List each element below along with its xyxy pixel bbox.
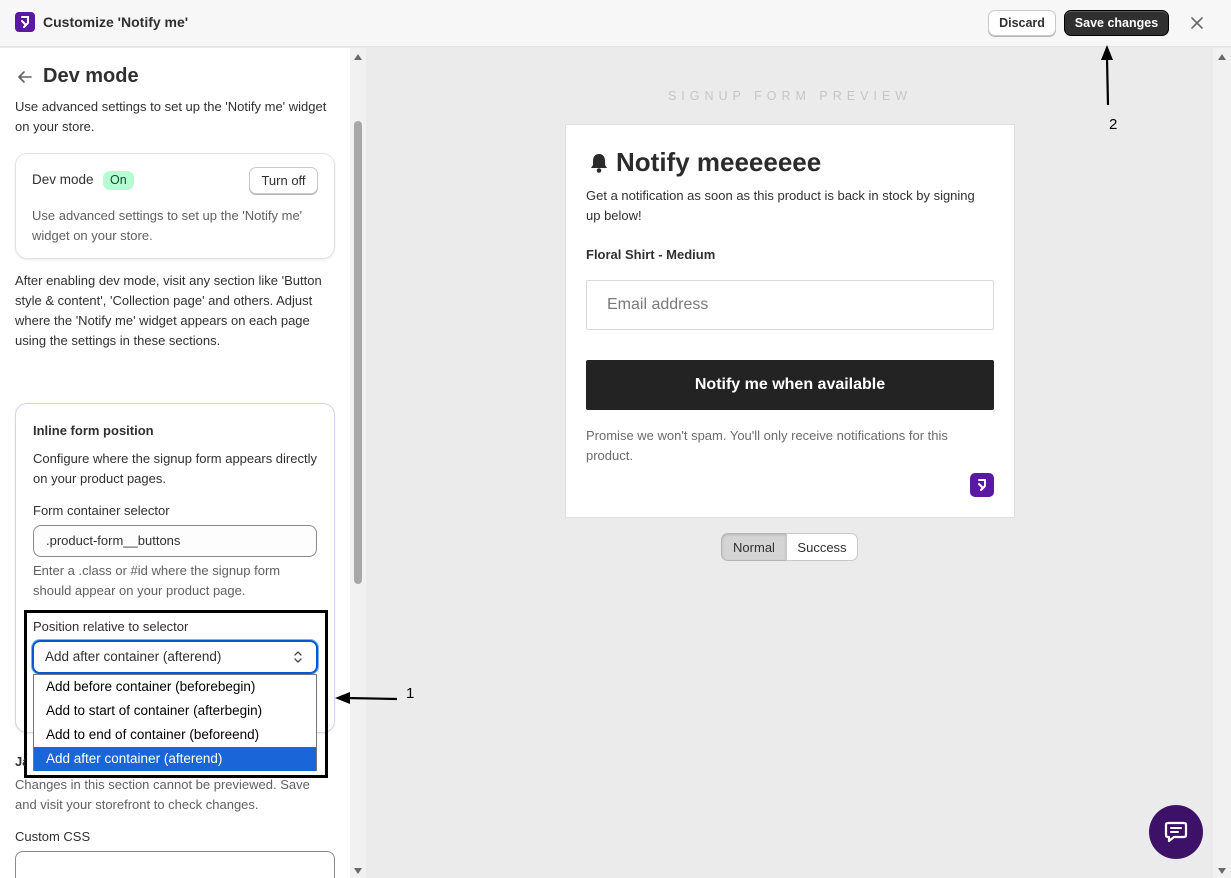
annotation-arrow-2 [1101, 45, 1113, 106]
annotation-number-1: 1 [406, 685, 415, 702]
annotation-arrow-1 [335, 692, 398, 704]
annotation-number-2: 2 [1109, 116, 1118, 133]
annotation-overlay [335, 45, 1113, 704]
